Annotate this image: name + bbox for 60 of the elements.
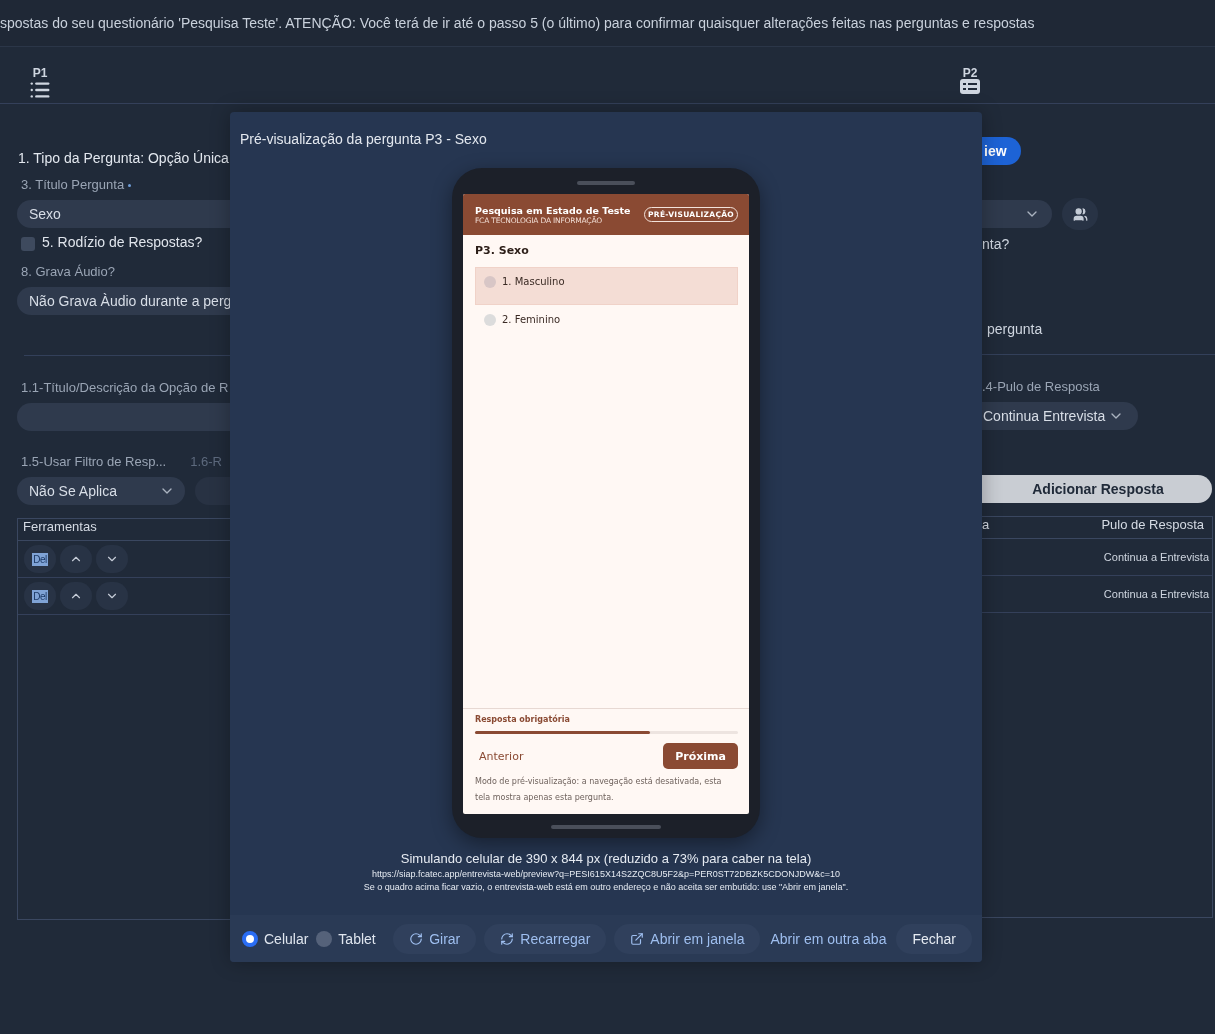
column-header: a (982, 517, 990, 533)
required-dot-icon (128, 183, 132, 187)
filter-select[interactable]: Não Se Aplica (17, 476, 185, 505)
field-text: pergunta (987, 320, 1043, 339)
checkbox-label: nta? (982, 235, 1010, 254)
option-field[interactable] (17, 403, 230, 431)
people-button[interactable] (1062, 198, 1098, 230)
field-label: 3. Título Pergunta (21, 177, 125, 193)
field-label: 1.6-R (190, 454, 222, 470)
back-button[interactable]: Anterior (475, 749, 528, 763)
dialog-title: Pré-visualização da pergunta P3 - Sexo (240, 131, 487, 147)
audio-select[interactable]: Não Grava Àudio durante a perg (17, 287, 230, 315)
move-down-button[interactable] (96, 545, 128, 573)
add-answer-button[interactable]: Adicionar Resposta (982, 475, 1212, 503)
checkbox-label: 5. Rodízio de Respostas? (42, 234, 203, 250)
step-label: P2 (962, 67, 978, 79)
open-tab-link[interactable]: Abrir em outra aba (768, 923, 889, 954)
move-down-button[interactable] (96, 582, 128, 610)
open-window-button[interactable]: Abrir em janela (614, 923, 761, 954)
title-field[interactable]: Sexo (17, 200, 230, 228)
table-cell: Continua a Entrevista (1103, 588, 1209, 600)
preview-url: https://siap.fcatec.app/entrevista-web/preview?q=PESI615X14S2ZQC8U5F2&p=PER0ST72DBZK5CDONJDW&c=10 (372, 869, 840, 879)
device-radio[interactable]: Tablet (316, 930, 376, 947)
rotation-checkbox[interactable] (21, 237, 35, 251)
delete-button[interactable]: Del (24, 545, 56, 573)
list-card-icon (960, 79, 980, 94)
jump-select[interactable]: Continua Entrevista (982, 402, 1138, 430)
field-label: 1.5-Usar Filtro de Resp... (21, 454, 167, 470)
answer-option[interactable]: 2. Feminino (475, 305, 738, 343)
external-link-icon (630, 931, 645, 946)
move-up-button[interactable] (60, 582, 92, 610)
view-button[interactable]: iew (982, 137, 1021, 165)
rotate-button[interactable]: Girar (393, 923, 477, 954)
simulation-caption: Simulando celular de 390 x 844 px (reduzido a 73% para caber na tela) (400, 851, 812, 866)
question-title: P3. Sexo (475, 244, 529, 257)
answer-option[interactable]: 1. Masculino (475, 267, 738, 305)
next-button[interactable]: Próxima (663, 743, 738, 769)
field-label: .4-Pulo de Resposta (982, 379, 1100, 395)
banner-text: spostas do seu questionário 'Pesquisa Teste'. ATENÇÃO: Você terá de ir até o passo 5 (o último) para confirmar quaisquer alterações feitas nas perguntas e respostas (0, 15, 1035, 31)
table-cell: Continua a Entrevista (1103, 551, 1209, 563)
list-icon (29, 79, 51, 101)
refresh-icon (500, 931, 515, 946)
device-radio[interactable]: Celular (242, 930, 309, 947)
question-type-text: 1. Tipo da Pergunta: Opção Única (18, 149, 229, 168)
required-label: Resposta obrigatória (475, 715, 570, 724)
field-label: 1.1-Título/Descrição da Opção de R (21, 380, 229, 396)
step-label: P1 (32, 67, 48, 79)
people-icon (1072, 206, 1088, 222)
field-label: 8. Grava Áudio? (21, 264, 115, 280)
select-field[interactable] (982, 200, 1052, 228)
survey-title: Pesquisa em Estado de Teste (475, 204, 631, 216)
close-button[interactable]: Fechar (896, 923, 972, 954)
move-up-button[interactable] (60, 545, 92, 573)
embed-hint: Se o quadro acima ficar vazio, o entrevista-web está em outro endereço e não aceita ser embutido: use "Abrir em janela". (363, 882, 849, 892)
preview-note: Modo de pré-visualização: a navegação está desativada, esta tela mostra apenas esta pergunta. (475, 775, 723, 804)
reload-button[interactable]: Recarregar (484, 923, 607, 954)
rotate-icon (409, 931, 424, 946)
column-header: Ferramentas (23, 519, 97, 535)
delete-button[interactable]: Del (24, 582, 56, 610)
column-header: Pulo de Resposta (1101, 517, 1204, 533)
